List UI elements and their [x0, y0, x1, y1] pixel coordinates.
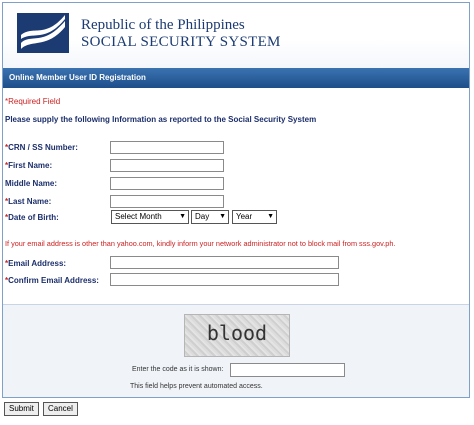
email-input[interactable]	[110, 256, 339, 269]
captcha-help: This field helps prevent automated acces…	[130, 383, 263, 390]
first-name-input[interactable]	[110, 159, 224, 172]
cancel-button[interactable]: Cancel	[43, 402, 78, 416]
crn-label: *CRN / SS Number:	[5, 143, 78, 152]
instructions-text: Please supply the following Information …	[5, 115, 317, 124]
month-select[interactable]: Select Month ▼	[111, 210, 189, 224]
middle-name-input[interactable]	[110, 177, 224, 190]
chevron-down-icon: ▼	[267, 213, 274, 220]
captcha-input[interactable]	[230, 363, 345, 377]
confirm-email-input[interactable]	[110, 273, 339, 286]
confirm-email-label: *Confirm Email Address:	[5, 276, 99, 285]
chevron-down-icon: ▼	[219, 213, 226, 220]
email-note: If your email address is other than yaho…	[5, 239, 396, 248]
day-select[interactable]: Day ▼	[191, 210, 229, 224]
sss-logo-icon	[17, 13, 69, 53]
required-field-note: *Required Field	[5, 97, 61, 106]
first-name-label: *First Name:	[5, 161, 53, 170]
page-banner: Online Member User ID Registration	[3, 68, 469, 88]
crn-input[interactable]	[110, 141, 224, 154]
middle-name-label: Middle Name:	[5, 179, 58, 188]
captcha-image: blood	[184, 314, 290, 357]
last-name-input[interactable]	[110, 195, 224, 208]
dob-label: *Date of Birth:	[5, 213, 59, 222]
submit-button[interactable]: Submit	[4, 402, 39, 416]
header: Republic of the Philippines SOCIAL SECUR…	[3, 3, 469, 69]
captcha-word: blood	[206, 321, 268, 345]
email-label: *Email Address:	[5, 259, 67, 268]
header-agency: SOCIAL SECURITY SYSTEM	[81, 34, 281, 50]
captcha-prompt: Enter the code as it is shown:	[132, 366, 224, 373]
header-country: Republic of the Philippines	[81, 17, 245, 33]
year-select[interactable]: Year ▼	[232, 210, 277, 224]
chevron-down-icon: ▼	[179, 213, 186, 220]
last-name-label: *Last Name:	[5, 197, 52, 206]
